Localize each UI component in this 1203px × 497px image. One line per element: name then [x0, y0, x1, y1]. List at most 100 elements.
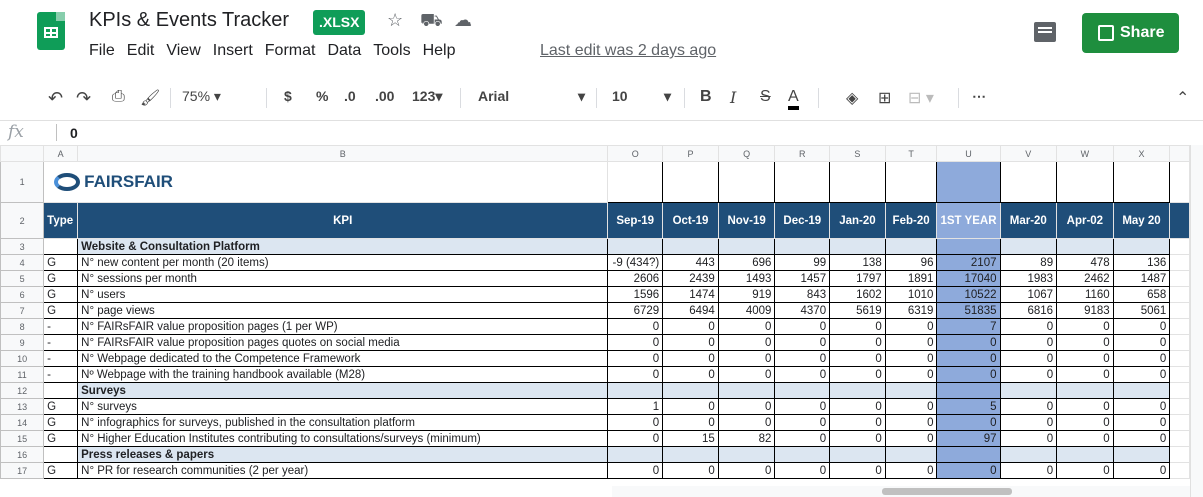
menu-view[interactable]: View — [166, 42, 200, 59]
horizontal-scrollbar[interactable] — [612, 486, 1190, 497]
value-cell[interactable]: 0 — [1112, 318, 1171, 335]
value-cell[interactable]: 0 — [662, 462, 719, 479]
menu-edit[interactable]: Edit — [127, 42, 155, 59]
value-cell[interactable]: 1474 — [662, 286, 719, 303]
value-cell[interactable]: 0 — [829, 318, 886, 335]
value-cell[interactable]: 6729 — [607, 302, 664, 319]
first-year-cell[interactable]: 0 — [936, 350, 1001, 367]
value-cell[interactable]: 0 — [829, 414, 886, 431]
table-cell[interactable] — [1112, 382, 1171, 399]
merge-cells-icon[interactable]: ⊟ ▾ — [908, 88, 934, 108]
value-cell[interactable]: 6816 — [999, 302, 1058, 319]
value-cell[interactable]: 9183 — [1056, 302, 1114, 319]
value-cell[interactable]: 0 — [1056, 350, 1114, 367]
value-cell[interactable]: 0 — [1056, 318, 1114, 335]
value-cell[interactable]: 0 — [1056, 334, 1114, 351]
table-cell[interactable] — [662, 382, 719, 399]
row-number[interactable]: 12 — [0, 382, 45, 399]
value-cell[interactable]: 0 — [774, 462, 831, 479]
month-header[interactable]: Oct-19 — [662, 202, 719, 239]
currency-button[interactable]: $ — [284, 88, 292, 104]
column-header[interactable]: R — [774, 145, 831, 162]
value-cell[interactable]: 1983 — [999, 270, 1058, 287]
value-cell[interactable]: 0 — [1056, 462, 1114, 479]
table-cell[interactable] — [1169, 270, 1190, 287]
value-cell[interactable]: 0 — [774, 366, 831, 383]
value-cell[interactable]: 0 — [774, 398, 831, 415]
table-cell[interactable] — [774, 161, 831, 203]
strikethrough-button[interactable]: S — [760, 88, 771, 106]
first-year-cell[interactable]: 51835 — [936, 302, 1001, 319]
table-cell[interactable] — [662, 161, 719, 203]
value-cell[interactable]: 0 — [1112, 350, 1171, 367]
type-cell[interactable]: G — [43, 398, 79, 415]
kpi-cell[interactable]: N° Webpage dedicated to the Competence F… — [77, 350, 609, 367]
kpi-cell[interactable]: N° new content per month (20 items) — [77, 254, 609, 271]
first-year-cell[interactable]: 17040 — [936, 270, 1001, 287]
row-number[interactable]: 14 — [0, 414, 45, 431]
month-header[interactable]: Feb-20 — [884, 202, 938, 239]
table-cell[interactable] — [1056, 446, 1114, 463]
table-cell[interactable] — [1169, 382, 1190, 399]
month-header[interactable]: May 20 — [1112, 202, 1171, 239]
menu-format[interactable]: Format — [265, 42, 316, 59]
value-cell[interactable]: 1010 — [884, 286, 938, 303]
value-cell[interactable]: 2462 — [1056, 270, 1114, 287]
value-cell[interactable]: 658 — [1112, 286, 1171, 303]
value-cell[interactable]: -9 (434?) — [607, 254, 664, 271]
type-cell[interactable]: - — [43, 334, 79, 351]
table-cell[interactable] — [1112, 446, 1171, 463]
table-cell[interactable] — [1056, 382, 1114, 399]
table-cell[interactable] — [1169, 398, 1190, 415]
value-cell[interactable]: 1797 — [829, 270, 886, 287]
month-header[interactable]: Jan-20 — [829, 202, 886, 239]
table-cell[interactable] — [1169, 238, 1190, 255]
value-cell[interactable]: 1493 — [717, 270, 776, 287]
value-cell[interactable]: 1891 — [884, 270, 938, 287]
decrease-decimal-button[interactable]: .0 — [344, 88, 356, 104]
logo-cell[interactable]: FAIRSFAIR — [43, 161, 609, 203]
month-header[interactable] — [1169, 202, 1190, 239]
row-number[interactable]: 4 — [0, 254, 45, 271]
table-cell[interactable] — [884, 238, 938, 255]
table-cell[interactable] — [43, 382, 79, 399]
column-header[interactable]: S — [829, 145, 886, 162]
section-title[interactable]: Website & Consultation Platform — [77, 238, 609, 255]
first-year-cell[interactable]: 0 — [936, 462, 1001, 479]
kpi-cell[interactable]: N° infographics for surveys, published i… — [77, 414, 609, 431]
row-number[interactable]: 15 — [0, 430, 45, 447]
value-cell[interactable]: 1602 — [829, 286, 886, 303]
scroll-thumb[interactable] — [882, 488, 1012, 495]
kpi-header[interactable]: KPI — [77, 202, 609, 239]
formula-input[interactable]: 0 — [70, 125, 78, 141]
table-cell[interactable] — [829, 161, 886, 203]
table-cell[interactable] — [607, 161, 664, 203]
value-cell[interactable]: 2606 — [607, 270, 664, 287]
table-cell[interactable] — [999, 238, 1058, 255]
kpi-cell[interactable]: N° FAIRsFAIR value proposition pages (1 … — [77, 318, 609, 335]
row-number[interactable]: 6 — [0, 286, 45, 303]
table-cell[interactable] — [999, 382, 1058, 399]
value-cell[interactable]: 0 — [607, 414, 664, 431]
kpi-cell[interactable]: N° FAIRsFAIR value proposition pages quo… — [77, 334, 609, 351]
column-header[interactable]: W — [1056, 145, 1114, 162]
row-number[interactable]: 13 — [0, 398, 45, 415]
comment-icon[interactable] — [1034, 22, 1056, 42]
type-cell[interactable]: G — [43, 430, 79, 447]
table-cell[interactable] — [1169, 334, 1190, 351]
table-cell[interactable] — [1169, 414, 1190, 431]
collapse-toolbar-icon[interactable]: ⌃ — [1176, 88, 1189, 108]
value-cell[interactable]: 0 — [1112, 398, 1171, 415]
table-cell[interactable] — [607, 238, 664, 255]
value-cell[interactable]: 0 — [774, 414, 831, 431]
value-cell[interactable]: 0 — [607, 430, 664, 447]
type-cell[interactable]: G — [43, 270, 79, 287]
table-cell[interactable] — [1056, 161, 1114, 203]
value-cell[interactable]: 696 — [717, 254, 776, 271]
row-number[interactable]: 1 — [0, 161, 45, 203]
value-cell[interactable]: 0 — [999, 398, 1058, 415]
table-cell[interactable] — [717, 446, 776, 463]
value-cell[interactable]: 0 — [662, 414, 719, 431]
value-cell[interactable]: 0 — [999, 462, 1058, 479]
value-cell[interactable]: 89 — [999, 254, 1058, 271]
